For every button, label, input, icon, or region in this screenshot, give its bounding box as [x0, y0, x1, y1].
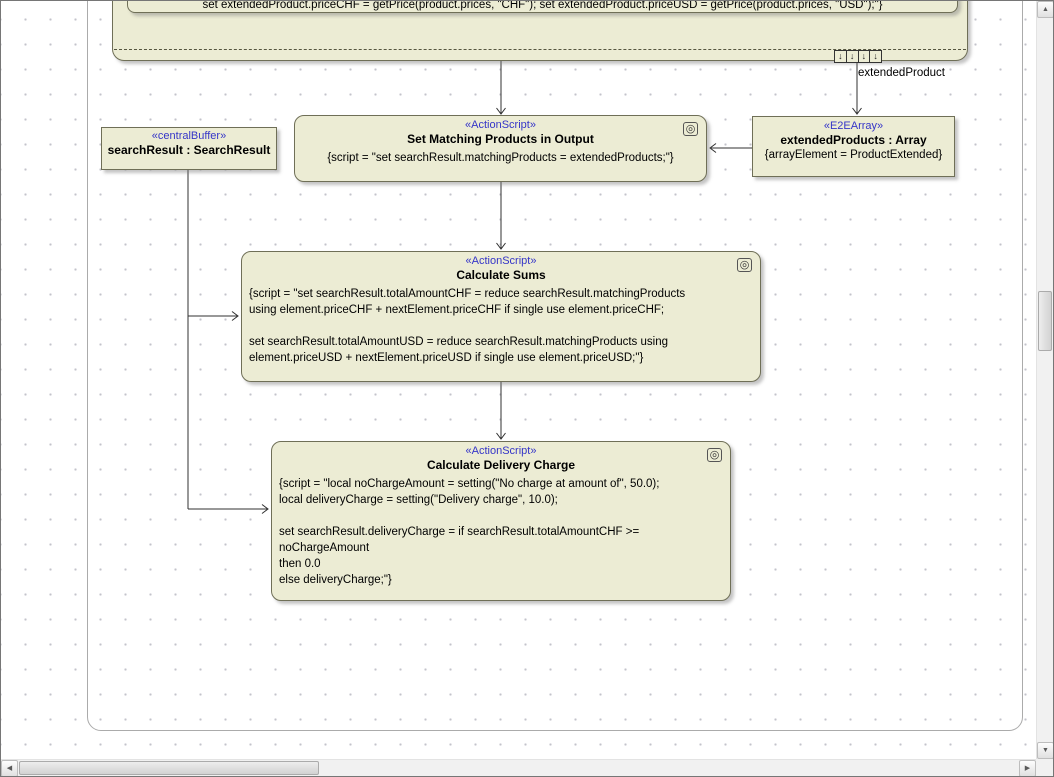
- node-name: Calculate Delivery Charge: [272, 457, 730, 472]
- stereotype-label: «E2EArray»: [753, 117, 954, 132]
- clipped-script-text: set extendedProduct.priceCHF = getPrice(…: [134, 1, 951, 11]
- expansion-node-label: extendedProduct: [858, 67, 945, 79]
- node-script: {script = "set searchResult.totalAmountC…: [242, 282, 760, 366]
- vertical-scrollbar[interactable]: ▲ ▼: [1036, 1, 1053, 759]
- scroll-up-button[interactable]: ▲: [1037, 1, 1054, 18]
- action-badge-icon: ◎: [707, 448, 722, 462]
- action-set-matching-products[interactable]: «ActionScript» Set Matching Products in …: [294, 115, 707, 182]
- scroll-right-icon: ▶: [1025, 765, 1030, 772]
- node-name: extendedProducts : Array: [753, 132, 954, 147]
- clipped-action-node[interactable]: set extendedProduct.priceCHF = getPrice(…: [127, 1, 958, 13]
- horizontal-scrollbar[interactable]: ◀ ▶: [1, 759, 1036, 776]
- scroll-down-icon: ▼: [1042, 747, 1049, 754]
- expansion-node[interactable]: ↓ ↓ ↓ ↓: [834, 50, 882, 63]
- stereotype-label: «centralBuffer»: [102, 128, 276, 142]
- action-badge-icon: ◎: [683, 122, 698, 136]
- stereotype-label: «ActionScript»: [295, 116, 706, 131]
- stereotype-label: «ActionScript»: [272, 442, 730, 457]
- vertical-scrollbar-thumb[interactable]: [1038, 291, 1052, 351]
- application-window: set extendedProduct.priceCHF = getPrice(…: [0, 0, 1054, 777]
- action-badge-icon: ◎: [737, 258, 752, 272]
- node-script: {script = "set searchResult.matchingProd…: [295, 146, 706, 166]
- scroll-left-icon: ◀: [7, 765, 12, 772]
- action-calculate-delivery-charge[interactable]: «ActionScript» Calculate Delivery Charge…: [271, 441, 731, 601]
- scroll-up-icon: ▲: [1042, 6, 1049, 13]
- expansion-arrow-icon: ↓: [847, 51, 859, 62]
- action-calculate-sums[interactable]: «ActionScript» Calculate Sums {script = …: [241, 251, 761, 382]
- node-name: Set Matching Products in Output: [295, 131, 706, 146]
- object-node-extended-products[interactable]: «E2EArray» extendedProducts : Array {arr…: [752, 116, 955, 177]
- scrollbar-corner: [1036, 759, 1053, 776]
- node-name: Calculate Sums: [242, 267, 760, 282]
- central-buffer-search-result[interactable]: «centralBuffer» searchResult : SearchRes…: [101, 127, 277, 170]
- expansion-arrow-icon: ↓: [870, 51, 881, 62]
- stereotype-label: «ActionScript»: [242, 252, 760, 267]
- scroll-down-button[interactable]: ▼: [1037, 742, 1054, 759]
- horizontal-scrollbar-thumb[interactable]: [19, 761, 319, 775]
- scroll-right-button[interactable]: ▶: [1019, 760, 1036, 777]
- node-script: {script = "local noChargeAmount = settin…: [272, 472, 730, 588]
- node-name: searchResult : SearchResult: [102, 142, 276, 157]
- expansion-arrow-icon: ↓: [859, 51, 871, 62]
- diagram-canvas[interactable]: set extendedProduct.priceCHF = getPrice(…: [1, 1, 1037, 760]
- expansion-arrow-icon: ↓: [835, 51, 847, 62]
- scroll-left-button[interactable]: ◀: [1, 760, 18, 777]
- node-detail: {arrayElement = ProductExtended}: [753, 147, 954, 161]
